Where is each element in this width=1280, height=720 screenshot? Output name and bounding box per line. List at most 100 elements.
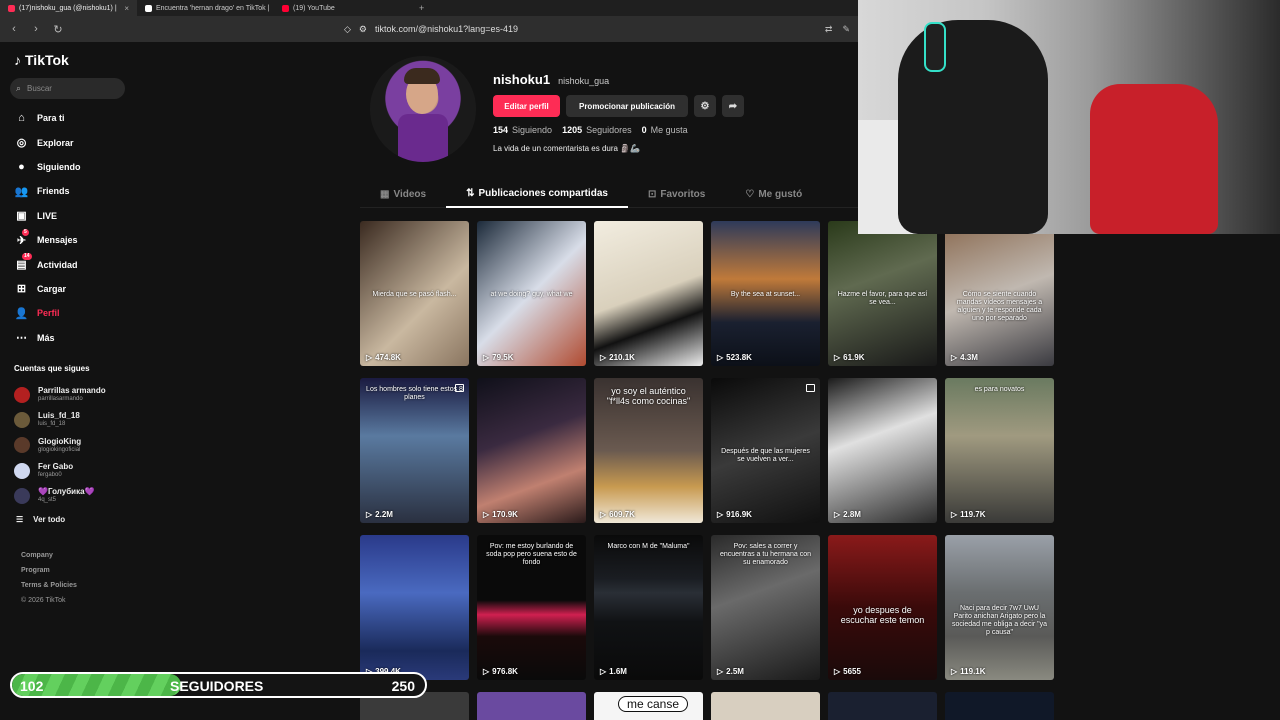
video-thumbnail[interactable] (711, 692, 820, 720)
browser-tab[interactable]: (17)nishoku_gua (@nishoku1) | × (0, 0, 137, 16)
video-thumbnail[interactable]: Pov: me estoy burlando de soda pop pero … (477, 535, 586, 680)
sidebar-item-live[interactable]: ▣ LIVE (14, 204, 81, 228)
extension-icon[interactable]: ✎ (842, 24, 850, 35)
video-thumbnail[interactable] (945, 692, 1054, 720)
sidebar-item-siguiendo[interactable]: ● Siguiendo (14, 155, 80, 179)
video-thumbnail[interactable]: me canse (594, 692, 703, 720)
sidebar-item-explorar[interactable]: ◎ Explorar (14, 130, 81, 154)
footer-link-program[interactable]: Program (21, 563, 77, 578)
play-icon: ▷ (717, 353, 724, 362)
translate-icon[interactable]: ⇄ (825, 24, 833, 35)
video-thumbnail[interactable]: es para novatos ▷ 119.7K (945, 378, 1054, 523)
tiktok-note-icon: ♪ (14, 52, 21, 68)
video-thumbnail[interactable]: Mierda que se pasó flash... ▷ 474.8K (360, 221, 469, 366)
view-count-value: 210.1K (609, 353, 635, 362)
share-icon[interactable]: ➦ (722, 95, 744, 117)
profile-avatar (370, 56, 476, 162)
tab-publicaciones-compartidas[interactable]: ⇅ Publicaciones compartidas (446, 182, 628, 208)
tab-me-gust-[interactable]: ♡ Me gustó (725, 182, 822, 208)
video-thumbnail[interactable]: yo soy el auténtico "f*ll4s como cocinas… (594, 378, 703, 523)
sidebar-item-cargar[interactable]: ⊞ Cargar (14, 277, 81, 301)
profile-names: nishoku1 nishoku_gua (493, 72, 609, 87)
view-count: ▷ 119.7K (951, 510, 986, 519)
photo-carousel-icon (455, 384, 464, 392)
sidebar-item-para-ti[interactable]: ⌂ Para ti (14, 106, 81, 130)
following-account[interactable]: Fer Gabo fergabo0 (14, 458, 106, 483)
video-thumbnail[interactable]: Después de que las mujeres se vuelven a … (711, 378, 820, 523)
video-caption: Cómo se siente cuando mandas vídeos mens… (956, 291, 1043, 322)
view-count: ▷ 609.7K (600, 510, 635, 519)
profile-actions: Editar perfil Promocionar publicación ⚙ … (493, 95, 744, 117)
video-thumbnail[interactable]: at we doing? guy, what we ▷ 79.5K (477, 221, 586, 366)
stat-label: Me gusta (650, 125, 688, 135)
play-icon: ▷ (600, 510, 607, 519)
back-icon[interactable]: ‹ (8, 23, 20, 35)
following-account[interactable]: GlogioKing glogiokingoficial (14, 433, 106, 458)
sidebar-item-mensajes[interactable]: ✈ 5 Mensajes (14, 228, 81, 252)
video-thumbnail[interactable]: Naci para decir 7w7 UwU Parito anichan A… (945, 535, 1054, 680)
video-caption: es para novatos (974, 386, 1025, 393)
play-icon: ▷ (717, 667, 724, 676)
video-thumbnail[interactable]: ▷ 210.1K (594, 221, 703, 366)
sidebar-item-m-s[interactable]: ⋯ Más (14, 326, 81, 350)
settings-gear-icon[interactable]: ⚙ (694, 95, 716, 117)
view-count: ▷ 523.8K (717, 353, 752, 362)
url-text[interactable]: tiktok.com/@nishoku1?lang=es-419 (375, 24, 518, 34)
play-icon: ▷ (834, 353, 841, 362)
video-thumbnail[interactable] (477, 692, 586, 720)
sidebar-item-perfil[interactable]: 👤 Perfil (14, 301, 81, 325)
sidebar-item-label: Perfil (37, 308, 60, 319)
play-icon: ▷ (483, 667, 490, 676)
footer-link-terms[interactable]: Terms & Policies (21, 578, 77, 593)
site-info-icon[interactable]: ⚙ (359, 24, 367, 35)
video-thumbnail[interactable]: ▷ 170.9K (477, 378, 586, 523)
sidebar-item-label: Friends (37, 186, 70, 197)
search-input[interactable] (27, 84, 113, 93)
video-thumbnail[interactable]: Los hombres solo tiene estos 8 planes ▷ 2.… (360, 378, 469, 523)
video-thumbnail[interactable]: By the sea at sunset... ▷ 523.8K (711, 221, 820, 366)
video-thumbnail[interactable]: ▷399.4K (360, 535, 469, 680)
view-count-value: 2.2M (375, 510, 393, 519)
stat-seguidores[interactable]: 1205 Seguidores (562, 125, 632, 135)
tab-close-icon[interactable]: × (124, 4, 129, 13)
video-thumbnail[interactable]: ▷ 2.8M (828, 378, 937, 523)
video-thumbnail[interactable]: Hazme el favor, para que así se vea... ▷ 6… (828, 221, 937, 366)
promote-post-button[interactable]: Promocionar publicación (566, 95, 688, 117)
stat-me-gusta[interactable]: 0 Me gusta (642, 125, 688, 135)
account-username: glogiokingoficial (38, 446, 81, 453)
sidebar-item-friends[interactable]: 👥 Friends (14, 179, 81, 203)
browser-tab[interactable]: (19) YouTube (274, 0, 411, 16)
view-count: ▷ 119.1K (951, 667, 986, 676)
following-account[interactable]: Parrillas armando parrillasarmando (14, 382, 106, 407)
video-caption: yo despues de escuchar este temon (840, 605, 925, 625)
new-tab-icon[interactable]: + (411, 3, 432, 13)
tiktok-logo[interactable]: ♪ TikTok (14, 52, 69, 68)
video-caption: Naci para decir 7w7 UwU Parito anichan A… (951, 605, 1048, 636)
edit-profile-button[interactable]: Editar perfil (493, 95, 560, 117)
sidebar-item-actividad[interactable]: ▤ 14 Actividad (14, 252, 81, 276)
tab-label: Publicaciones compartidas (478, 188, 608, 199)
forward-icon[interactable]: › (30, 23, 42, 35)
stat-siguiendo[interactable]: 154 Siguiendo (493, 125, 552, 135)
tab-title: (19) YouTube (293, 4, 335, 12)
tab-favicon-icon (145, 4, 152, 12)
browser-tab-strip: (17)nishoku_gua (@nishoku1) | × Encuentra… (0, 0, 858, 16)
video-thumbnail[interactable]: Pov: sales a correr y encuentras a tu he… (711, 535, 820, 680)
tab-videos[interactable]: ▦ Videos (360, 182, 446, 208)
video-caption: Pov: sales a correr y encuentras a tu he… (719, 543, 812, 566)
reload-icon[interactable]: ↻ (52, 23, 64, 36)
following-account[interactable]: 💜Голубика💜 4q_st5 (14, 483, 106, 508)
avatar (14, 411, 30, 428)
browser-tab[interactable]: Encuentra 'hernan drago' en TikTok | (137, 0, 274, 16)
video-thumbnail[interactable]: yo despues de escuchar este temon ▷ 5655 (828, 535, 937, 680)
video-thumbnail[interactable]: Marco con M de "Maluma" ▷ 1.6M (594, 535, 703, 680)
tab-favoritos[interactable]: ⊡ Favoritos (628, 182, 725, 208)
search-box[interactable]: ⌕ (10, 78, 125, 99)
video-thumbnail[interactable]: Cómo se siente cuando mandas vídeos mens… (945, 221, 1054, 366)
following-account[interactable]: Luis_fd_18 luis_fd_18 (14, 407, 106, 432)
footer-link-company[interactable]: Company (21, 548, 77, 563)
see-all-button[interactable]: ☰ Ver todo (14, 508, 106, 530)
more-icon: ⋯ (16, 332, 27, 345)
bookmark-icon[interactable]: ◇ (344, 24, 351, 35)
video-thumbnail[interactable] (828, 692, 937, 720)
